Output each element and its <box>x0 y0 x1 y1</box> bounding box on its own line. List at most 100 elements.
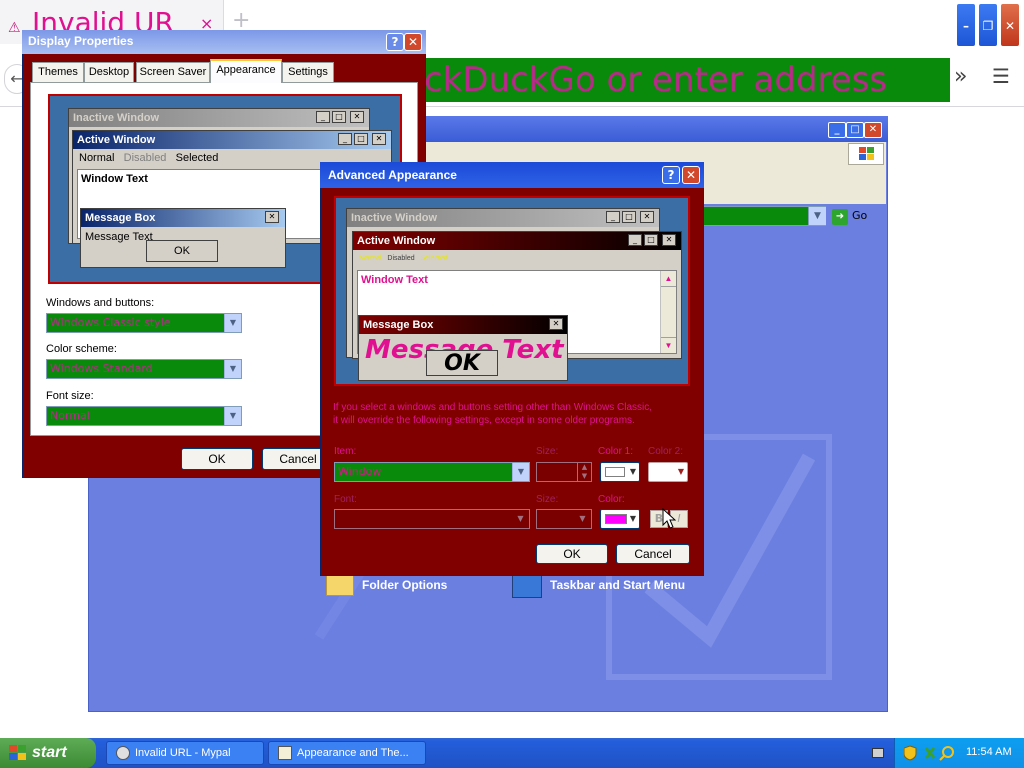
overflow-button[interactable]: » <box>954 64 967 89</box>
close-icon: ✕ <box>549 318 563 330</box>
preview-menu-selected: Selected <box>175 152 219 164</box>
size-spinner[interactable]: ▲ ▼ <box>536 462 592 482</box>
preview-msgbox-title: Message Box <box>81 209 285 227</box>
chevron-down-icon: ▼ <box>512 463 529 481</box>
preview-menu-disabled: Disabled <box>123 152 167 164</box>
taskbar-item-label: Invalid URL - Mypal <box>135 747 231 759</box>
chevron-down-icon[interactable]: ▼ <box>808 207 826 225</box>
override-note-line1: If you select a windows and buttons sett… <box>333 402 653 413</box>
maximize-icon: □ <box>332 111 346 123</box>
warning-icon: ⚠ <box>8 20 21 36</box>
windows-logo-icon <box>848 143 884 165</box>
tab-desktop[interactable]: Desktop <box>84 62 134 82</box>
color1-picker[interactable]: ▼ <box>600 462 640 482</box>
font-size-select[interactable]: Normal ▼ <box>46 406 242 426</box>
network-icon[interactable] <box>924 747 936 759</box>
item-value: Window <box>338 465 382 478</box>
aa-cancel-button[interactable]: Cancel <box>616 544 690 564</box>
dialog-title: Advanced Appearance <box>320 162 704 188</box>
tab-appearance[interactable]: Appearance <box>210 59 282 83</box>
go-button[interactable]: ➜ Go <box>832 207 882 225</box>
chevron-down-icon: ▼ <box>224 314 241 332</box>
font-select[interactable]: ▼ <box>334 509 530 529</box>
go-arrow-icon: ➜ <box>832 209 848 225</box>
search-icon[interactable] <box>942 746 954 758</box>
tab-themes[interactable]: Themes <box>32 62 84 82</box>
cp-maximize-button[interactable]: □ <box>846 122 864 138</box>
color-scheme-select[interactable]: Windows Standard ▼ <box>46 359 242 379</box>
windows-buttons-value: Windows Classic style <box>50 316 171 329</box>
chevron-down-icon: ▼ <box>517 514 524 523</box>
override-note-line2: it will override the following settings,… <box>333 415 635 426</box>
windows-buttons-select[interactable]: Windows Classic style ▼ <box>46 313 242 333</box>
preview-menu-bar: Normal Disabled Selected <box>353 250 681 268</box>
maximize-icon: □ <box>622 211 636 223</box>
help-button[interactable]: ? <box>386 33 404 51</box>
preview-menu-normal: Normal <box>79 152 115 164</box>
window-minimize-button[interactable]: – <box>956 3 976 47</box>
window-close-button[interactable]: ✕ <box>1000 3 1020 47</box>
color2-label: Color 2: <box>648 446 684 457</box>
taskbar-start-menu-icon[interactable] <box>512 574 542 598</box>
start-label: start <box>32 744 67 761</box>
window-maximize-button[interactable]: ❐ <box>978 3 998 47</box>
font-size-select[interactable]: ▼ <box>536 509 592 529</box>
clock: 11:54 AM <box>966 746 1012 758</box>
chevron-down-icon: ▼ <box>579 514 586 523</box>
color1-swatch <box>605 467 625 477</box>
chevron-down-icon: ▼ <box>677 467 684 476</box>
maximize-icon: □ <box>354 133 368 145</box>
preview-ok-button: OK <box>146 240 218 262</box>
preview-msgbox-title: Message Box <box>359 316 567 334</box>
close-button[interactable]: ✕ <box>404 33 422 51</box>
preview-window-text-label: Window Text <box>361 274 428 286</box>
url-text: ckDuckGo or enter address <box>424 60 888 100</box>
menu-button[interactable]: ☰ <box>992 64 1010 88</box>
go-label: Go <box>852 209 868 222</box>
chevron-down-icon: ▼ <box>224 360 241 378</box>
color2-picker[interactable]: ▼ <box>648 462 688 482</box>
scroll-down-icon: ▼ <box>661 337 676 353</box>
tray-icons <box>904 745 954 761</box>
item-select[interactable]: Window ▼ <box>334 462 530 482</box>
dialog-title: Display Properties <box>22 30 426 54</box>
color-scheme-label: Color scheme: <box>46 343 117 355</box>
minimize-icon: _ <box>338 133 352 145</box>
security-shield-icon[interactable] <box>904 745 917 761</box>
close-icon: ✕ <box>350 111 364 123</box>
tab-settings[interactable]: Settings <box>282 62 334 82</box>
font-size-label: Size: <box>536 494 559 505</box>
font-label: Font: <box>334 494 357 505</box>
taskbar-start-menu-link[interactable]: Taskbar and Start Menu <box>550 578 685 592</box>
dp-ok-button[interactable]: OK <box>181 448 253 470</box>
minimize-icon: _ <box>628 234 642 246</box>
taskbar-item-label: Appearance and The... <box>297 747 409 759</box>
tab-screen-saver[interactable]: Screen Saver <box>136 62 210 82</box>
font-color-picker[interactable]: ▼ <box>600 509 640 529</box>
font-color-swatch <box>605 514 627 524</box>
preview-ok-button: OK <box>426 350 498 376</box>
preview-scrollbar: ▲ ▼ <box>660 271 676 353</box>
close-button[interactable]: ✕ <box>682 166 700 184</box>
item-label: Item: <box>334 446 357 457</box>
mouse-cursor-icon <box>662 508 676 529</box>
windows-flag-icon <box>9 745 26 760</box>
cp-close-button[interactable]: ✕ <box>864 122 882 138</box>
chevron-down-icon: ▼ <box>224 407 241 425</box>
preview-menu-disabled: Disabled <box>387 255 415 262</box>
keyboard-icon[interactable] <box>872 748 884 758</box>
close-icon: ✕ <box>640 211 654 223</box>
font-color-label: Color: <box>598 494 625 505</box>
control-panel-icon <box>278 746 292 760</box>
preview-menu-normal: Normal <box>359 255 382 262</box>
help-button[interactable]: ? <box>662 166 680 184</box>
chevron-down-icon: ▼ <box>629 514 636 523</box>
maximize-icon: □ <box>644 234 658 246</box>
font-size-value: Normal <box>50 409 90 422</box>
cp-minimize-button[interactable]: _ <box>828 122 846 138</box>
aa-ok-button[interactable]: OK <box>536 544 608 564</box>
close-icon: ✕ <box>662 234 676 246</box>
mypal-icon <box>116 746 130 760</box>
folder-options-link[interactable]: Folder Options <box>362 578 447 592</box>
spinner-arrows-icon: ▲ ▼ <box>577 463 591 481</box>
